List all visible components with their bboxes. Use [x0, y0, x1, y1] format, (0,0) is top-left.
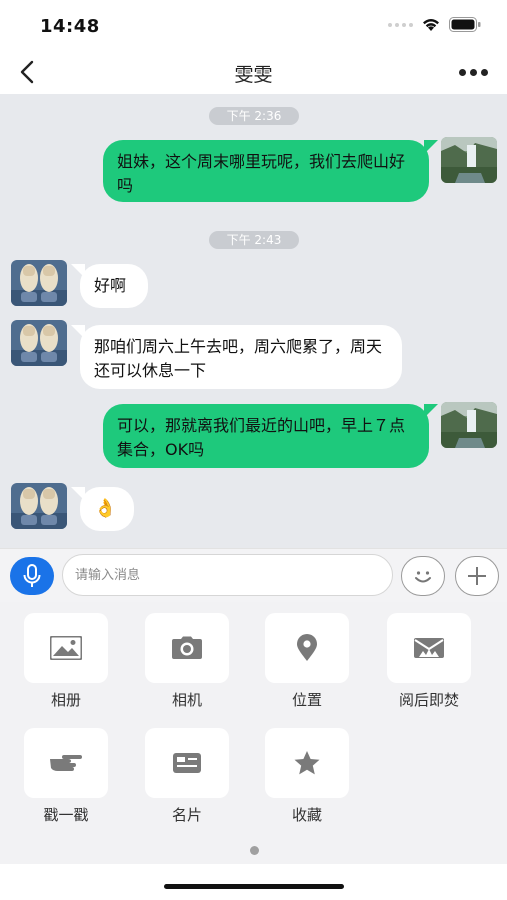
panel-item-label: 相机 — [171, 691, 202, 709]
star-icon — [294, 751, 320, 775]
signal-icon — [388, 22, 413, 27]
panel-item-album[interactable]: 相册 — [24, 613, 108, 710]
panel-item-business-card[interactable]: 名片 — [145, 728, 229, 825]
more-options-icon[interactable] — [457, 62, 489, 82]
image-icon — [50, 636, 82, 660]
poke-hand-icon — [50, 755, 82, 771]
message-bubble-received[interactable]: 好啊 — [71, 264, 148, 308]
panel-item-label: 收藏 — [291, 806, 322, 824]
more-functions-button[interactable] — [455, 556, 499, 596]
panel-item-label: 名片 — [171, 806, 202, 824]
message-bubble-sent[interactable]: 姐妹，这个周末哪里玩呢，我们去爬山好吗 — [103, 140, 438, 202]
message-bubble-received[interactable]: 👌 — [71, 487, 134, 531]
smiley-icon — [415, 571, 431, 583]
panel-item-label: 位置 — [291, 691, 322, 709]
timestamp: 下午 2:43 — [209, 231, 299, 249]
page-title: 雯雯 — [234, 64, 273, 86]
home-indicator[interactable] — [164, 884, 344, 889]
home-area — [0, 864, 507, 900]
wifi-icon — [423, 19, 439, 31]
contact-avatar[interactable] — [11, 483, 67, 529]
nav-bar: 雯雯 — [0, 50, 507, 94]
panel-item-camera[interactable]: 相机 — [145, 613, 229, 710]
microphone-icon — [23, 564, 41, 587]
burn-after-reading-icon — [414, 638, 444, 658]
page-indicator-dot[interactable] — [250, 846, 259, 855]
panel-item-label: 相册 — [50, 691, 81, 709]
panel-item-poke[interactable]: 戳一戳 — [24, 728, 108, 825]
panel-item-favorites[interactable]: 收藏 — [265, 728, 349, 825]
card-icon — [173, 753, 201, 773]
status-icons — [388, 17, 481, 32]
my-avatar[interactable] — [441, 402, 497, 448]
contact-avatar[interactable] — [11, 260, 67, 306]
chat-area[interactable]: 下午 2:36 姐妹，这个周末哪里玩呢，我们去爬山好吗 下午 2:43 好啊 那… — [0, 94, 507, 548]
panel-item-burn-after-reading[interactable]: 阅后即焚 — [387, 613, 471, 710]
panel-item-location[interactable]: 位置 — [265, 613, 349, 710]
input-bar — [0, 548, 507, 602]
message-input[interactable] — [62, 554, 393, 596]
function-panel: 相册 相机 位置 阅后即焚 戳一戳 名片 收藏 — [0, 602, 507, 864]
plus-icon — [468, 567, 486, 585]
emoji-button[interactable] — [401, 556, 445, 596]
status-bar: 14:48 — [0, 0, 507, 50]
my-avatar[interactable] — [441, 137, 497, 183]
location-icon — [297, 634, 317, 661]
contact-avatar[interactable] — [11, 320, 67, 366]
camera-icon — [172, 636, 202, 659]
status-time: 14:48 — [40, 16, 100, 37]
battery-icon — [449, 17, 481, 32]
panel-item-label: 戳一戳 — [43, 806, 89, 824]
voice-input-button[interactable] — [10, 557, 54, 595]
message-bubble-sent[interactable]: 可以，那就离我们最近的山吧，早上７点集合，OK吗 — [103, 404, 438, 468]
timestamp: 下午 2:36 — [209, 107, 299, 125]
panel-item-label: 阅后即焚 — [398, 691, 459, 709]
message-bubble-received[interactable]: 那咱们周六上午去吧，周六爬累了，周天还可以休息一下 — [71, 325, 402, 389]
